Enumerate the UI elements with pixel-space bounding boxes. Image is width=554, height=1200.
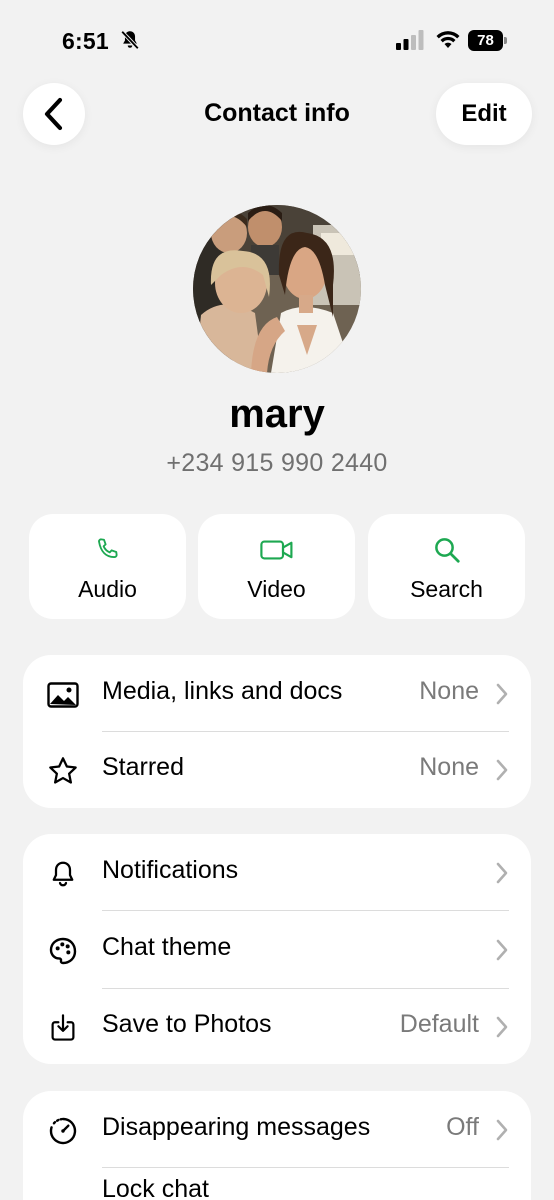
phone-icon	[97, 538, 118, 558]
battery-level: 78	[477, 32, 494, 49]
row-value: Default	[399, 1010, 479, 1038]
row-value: Off	[446, 1113, 479, 1141]
row-label: Starred	[102, 753, 184, 781]
preferences-section: Notifications Chat theme Save to Photos …	[23, 834, 531, 1064]
cellular-signal-icon	[396, 30, 424, 50]
contact-phone: +234 915 990 2440	[166, 449, 388, 477]
video-call-button[interactable]: Video	[198, 514, 355, 619]
image-icon	[47, 682, 79, 708]
row-label: Chat theme	[102, 933, 232, 961]
video-camera-icon	[259, 540, 292, 560]
divider	[102, 1167, 509, 1168]
wifi-icon	[436, 31, 460, 48]
profile-photo	[193, 205, 361, 373]
search-button[interactable]: Search	[368, 514, 525, 619]
avatar[interactable]	[193, 205, 361, 373]
row-starred[interactable]: Starred None	[23, 731, 531, 809]
chevron-right-icon	[496, 939, 508, 961]
timer-icon	[49, 1117, 77, 1145]
row-notifications[interactable]: Notifications	[23, 834, 531, 912]
chevron-right-icon	[496, 683, 508, 705]
bell-slash-icon	[120, 30, 140, 50]
audio-call-button[interactable]: Audio	[29, 514, 186, 619]
row-value: None	[419, 753, 479, 781]
chevron-right-icon	[496, 1016, 508, 1038]
row-label: Media, links and docs	[102, 677, 343, 705]
row-label: Disappearing messages	[102, 1113, 371, 1141]
contact-name: mary	[229, 392, 325, 436]
video-label: Video	[247, 576, 306, 602]
battery-icon: 78	[468, 30, 508, 51]
download-icon	[51, 1014, 75, 1041]
chevron-right-icon	[496, 759, 508, 781]
status-bar: 6:51 78	[0, 0, 554, 80]
media-starred-section: Media, links and docs None Starred None	[23, 655, 531, 808]
row-label: Lock chat	[102, 1175, 210, 1200]
row-media-links-docs[interactable]: Media, links and docs None	[23, 655, 531, 733]
row-disappearing-messages[interactable]: Disappearing messages Off	[23, 1091, 531, 1169]
status-time: 6:51	[62, 28, 109, 54]
row-chat-theme[interactable]: Chat theme	[23, 911, 531, 989]
bell-icon	[52, 861, 74, 887]
chevron-right-icon	[496, 862, 508, 884]
search-label: Search	[410, 576, 483, 602]
privacy-section: Disappearing messages Off Lock chat	[23, 1091, 531, 1200]
edit-button[interactable]: Edit	[436, 83, 532, 145]
row-label: Notifications	[102, 856, 239, 884]
search-icon	[434, 538, 460, 563]
row-lock-chat[interactable]: Lock chat	[23, 1169, 531, 1200]
palette-icon	[49, 937, 77, 965]
row-save-to-photos[interactable]: Save to Photos Default	[23, 988, 531, 1066]
row-value: None	[419, 677, 479, 705]
row-label: Save to Photos	[102, 1010, 272, 1038]
audio-label: Audio	[78, 576, 137, 602]
star-icon	[49, 757, 77, 784]
chevron-right-icon	[496, 1119, 508, 1141]
